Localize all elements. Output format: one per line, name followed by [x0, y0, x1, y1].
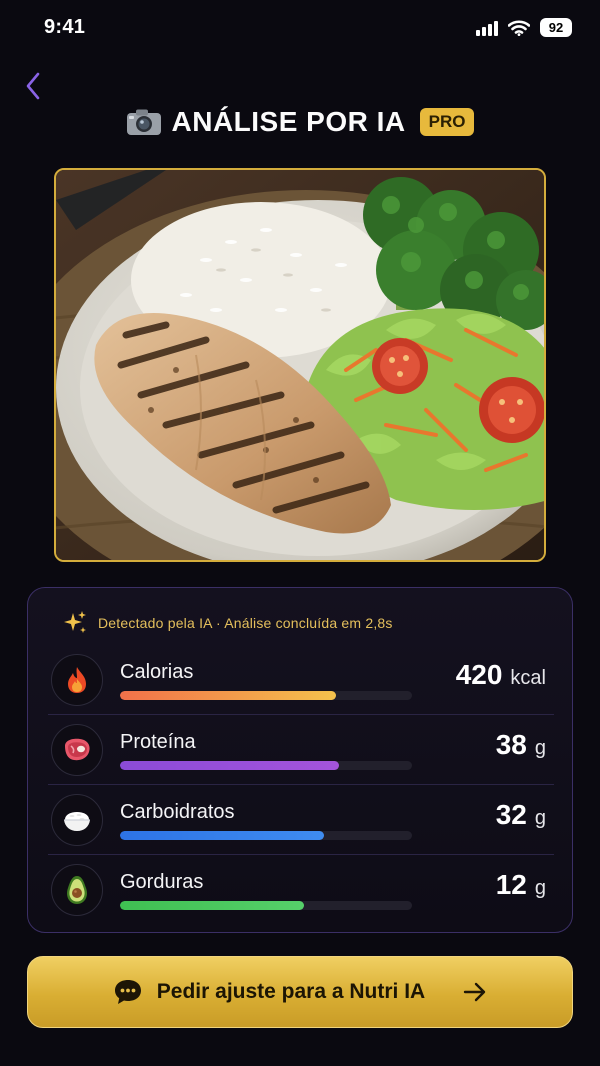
meal-illustration	[56, 170, 544, 560]
cta-label: Pedir ajuste para a Nutri IA	[156, 980, 426, 1003]
nutrient-value: 38 g	[496, 729, 546, 761]
progress-bar-track	[120, 831, 412, 840]
battery-indicator: 92	[540, 18, 572, 37]
sparkle-icon	[64, 611, 86, 633]
meat-icon	[51, 724, 103, 776]
avocado-icon	[51, 864, 103, 916]
nutrient-amount: 420	[455, 659, 503, 690]
nutrient-label: Proteína	[120, 731, 196, 753]
analysis-results-card: Detectado pela IA · Análise concluída em…	[27, 587, 573, 933]
nutrient-row-protein: Proteína 38 g	[48, 715, 554, 785]
pro-badge: PRO	[419, 108, 475, 136]
detection-status: Detectado pela IA · Análise concluída em…	[62, 610, 393, 636]
progress-bar-track	[120, 761, 412, 770]
progress-bar-track	[120, 901, 412, 910]
wifi-icon	[508, 19, 530, 36]
back-button[interactable]	[18, 66, 48, 106]
progress-bar-fill	[120, 761, 339, 770]
status-icons: 92	[476, 18, 572, 37]
nutrient-value: 420 kcal	[456, 659, 546, 691]
nutrient-unit: g	[534, 877, 546, 899]
nutrient-row-fat: Gorduras 12 g	[48, 855, 554, 925]
page-header: ANÁLISE POR IA PRO	[0, 104, 600, 140]
rice-bowl-icon	[51, 794, 103, 846]
nutrient-label: Gorduras	[120, 871, 204, 893]
chevron-left-icon	[26, 72, 40, 100]
cellular-signal-icon	[476, 20, 498, 36]
nutrient-row-calories: Calorias 420 kcal	[48, 645, 554, 715]
ask-adjustment-button[interactable]: Pedir ajuste para a Nutri IA	[27, 956, 573, 1028]
nutrient-amount: 12	[495, 869, 527, 900]
nutrient-value: 12 g	[496, 869, 546, 901]
nutrient-row-carbs: Carboidratos 32 g	[48, 785, 554, 855]
arrow-right-icon	[464, 982, 486, 1002]
fire-icon	[51, 654, 103, 706]
nutrient-unit: g	[534, 737, 546, 759]
nutrient-value: 32 g	[496, 799, 546, 831]
nutrient-amount: 38	[495, 729, 527, 760]
progress-bar-track	[120, 691, 412, 700]
detection-text: Detectado pela IA · Análise concluída em…	[98, 615, 393, 631]
food-photo	[54, 168, 546, 562]
nutrient-label: Calorias	[120, 661, 194, 683]
camera-icon	[126, 109, 161, 135]
nutrient-unit: g	[534, 807, 546, 829]
nutrient-amount: 32	[495, 799, 527, 830]
chat-bubble-icon	[114, 980, 141, 1004]
progress-bar-fill	[120, 831, 325, 840]
nutrient-unit: kcal	[510, 667, 546, 689]
status-time: 9:41	[44, 16, 86, 38]
progress-bar-fill	[120, 901, 304, 910]
nutrient-label: Carboidratos	[120, 801, 235, 823]
status-bar: 9:41 92	[0, 0, 600, 56]
progress-bar-fill	[120, 691, 337, 700]
page-title: ANÁLISE POR IA	[171, 106, 406, 137]
